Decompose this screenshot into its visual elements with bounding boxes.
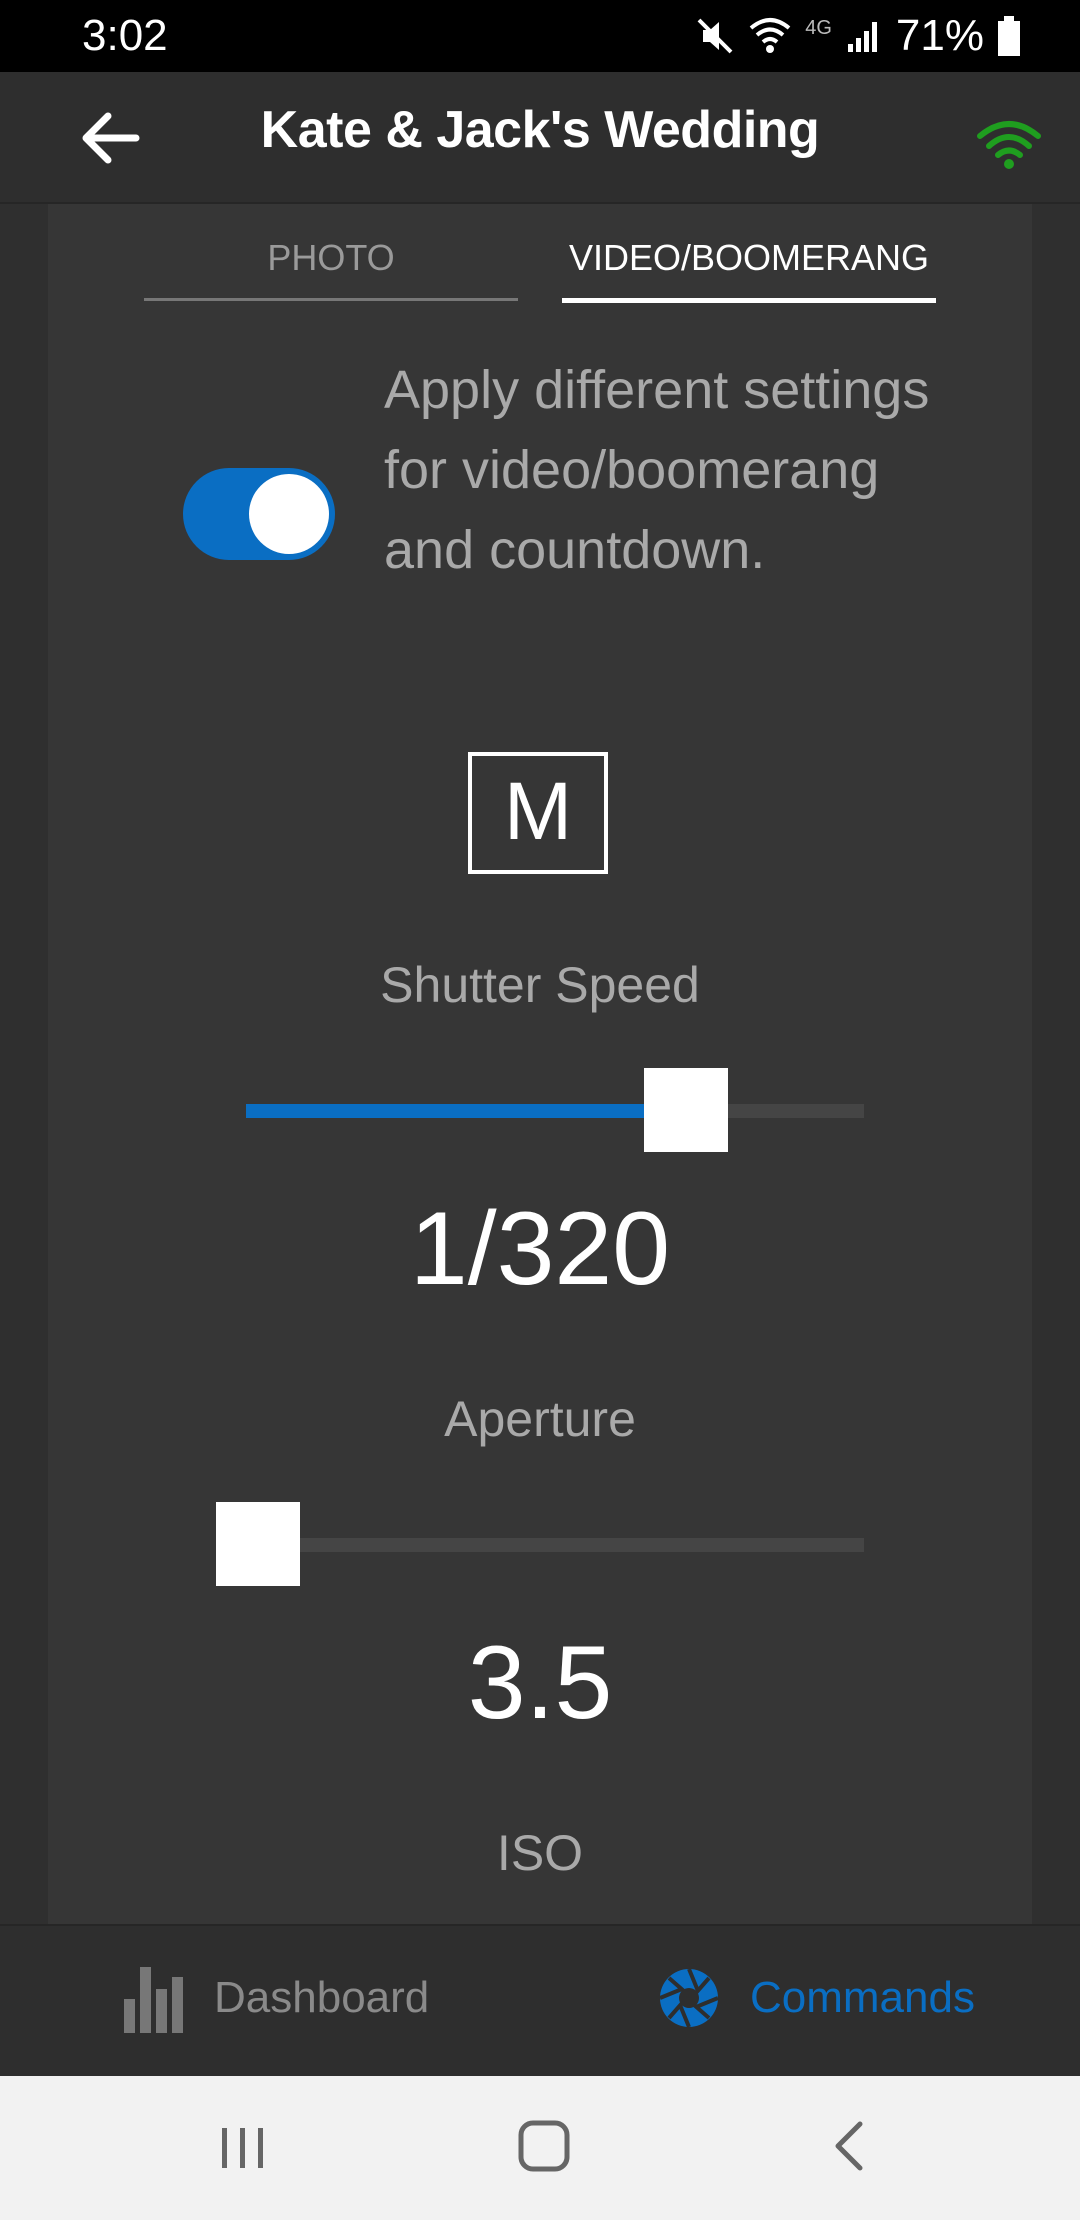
app-bar: Kate & Jack's Wedding [0,72,1080,204]
home-icon [518,2120,570,2172]
recent-apps-button[interactable] [218,2116,268,2180]
nav-commands[interactable]: Commands [658,1958,975,2038]
tab-video-boomerang[interactable]: VIDEO/BOOMERANG [562,228,936,303]
wifi-status-icon [749,18,791,53]
mode-selector-button[interactable]: M [468,752,608,874]
shutter-speed-slider-thumb[interactable] [643,1068,728,1152]
battery-icon [998,16,1020,56]
network-type: 4G [805,16,832,39]
settings-panel: PHOTO VIDEO/BOOMERANG Apply different se… [48,204,1032,1924]
status-time: 3:02 [82,11,168,60]
system-navigation-bar [0,2076,1080,2220]
status-bar: 3:02 4G 71% [0,0,1080,72]
shutter-speed-slider[interactable] [246,1068,864,1152]
tab-photo[interactable]: PHOTO [144,228,518,301]
right-gutter [1032,204,1080,1924]
shutter-speed-slider-fill [246,1104,686,1118]
shutter-speed-value: 1/320 [409,1191,671,1307]
nav-dashboard[interactable]: Dashboard [124,1958,429,2038]
mute-icon [697,18,733,54]
nav-commands-label: Commands [750,1973,975,2022]
left-gutter [0,204,48,1924]
different-settings-toggle[interactable] [183,468,335,560]
signal-icon [847,22,877,52]
connection-wifi-icon [977,121,1041,169]
aperture-icon [659,1968,719,2028]
toggle-description: Apply different settings for video/boome… [384,360,930,580]
toggle-knob [249,474,329,554]
shutter-speed-label: Shutter Speed [380,957,700,1013]
chevron-left-icon [835,2121,863,2171]
aperture-value: 3.5 [467,1625,613,1741]
aperture-slider-thumb[interactable] [216,1502,300,1586]
home-button[interactable] [514,2116,574,2180]
aperture-slider[interactable] [216,1502,864,1586]
status-icons: 4G 71% [695,11,1020,61]
aperture-label: Aperture [444,1391,636,1447]
recent-apps-icon [222,2128,263,2168]
page-title: Kate & Jack's Wedding [260,101,820,159]
bottom-navigation: Dashboard Commands [0,1924,1080,2076]
battery-percent: 71% [895,11,984,60]
tab-photo-label: PHOTO [267,237,395,278]
tab-video-label: VIDEO/BOOMERANG [568,237,930,278]
nav-dashboard-label: Dashboard [214,1973,430,2022]
iso-label: ISO [496,1825,584,1881]
system-back-button[interactable] [826,2116,870,2180]
bar-chart-icon [124,1967,183,2033]
